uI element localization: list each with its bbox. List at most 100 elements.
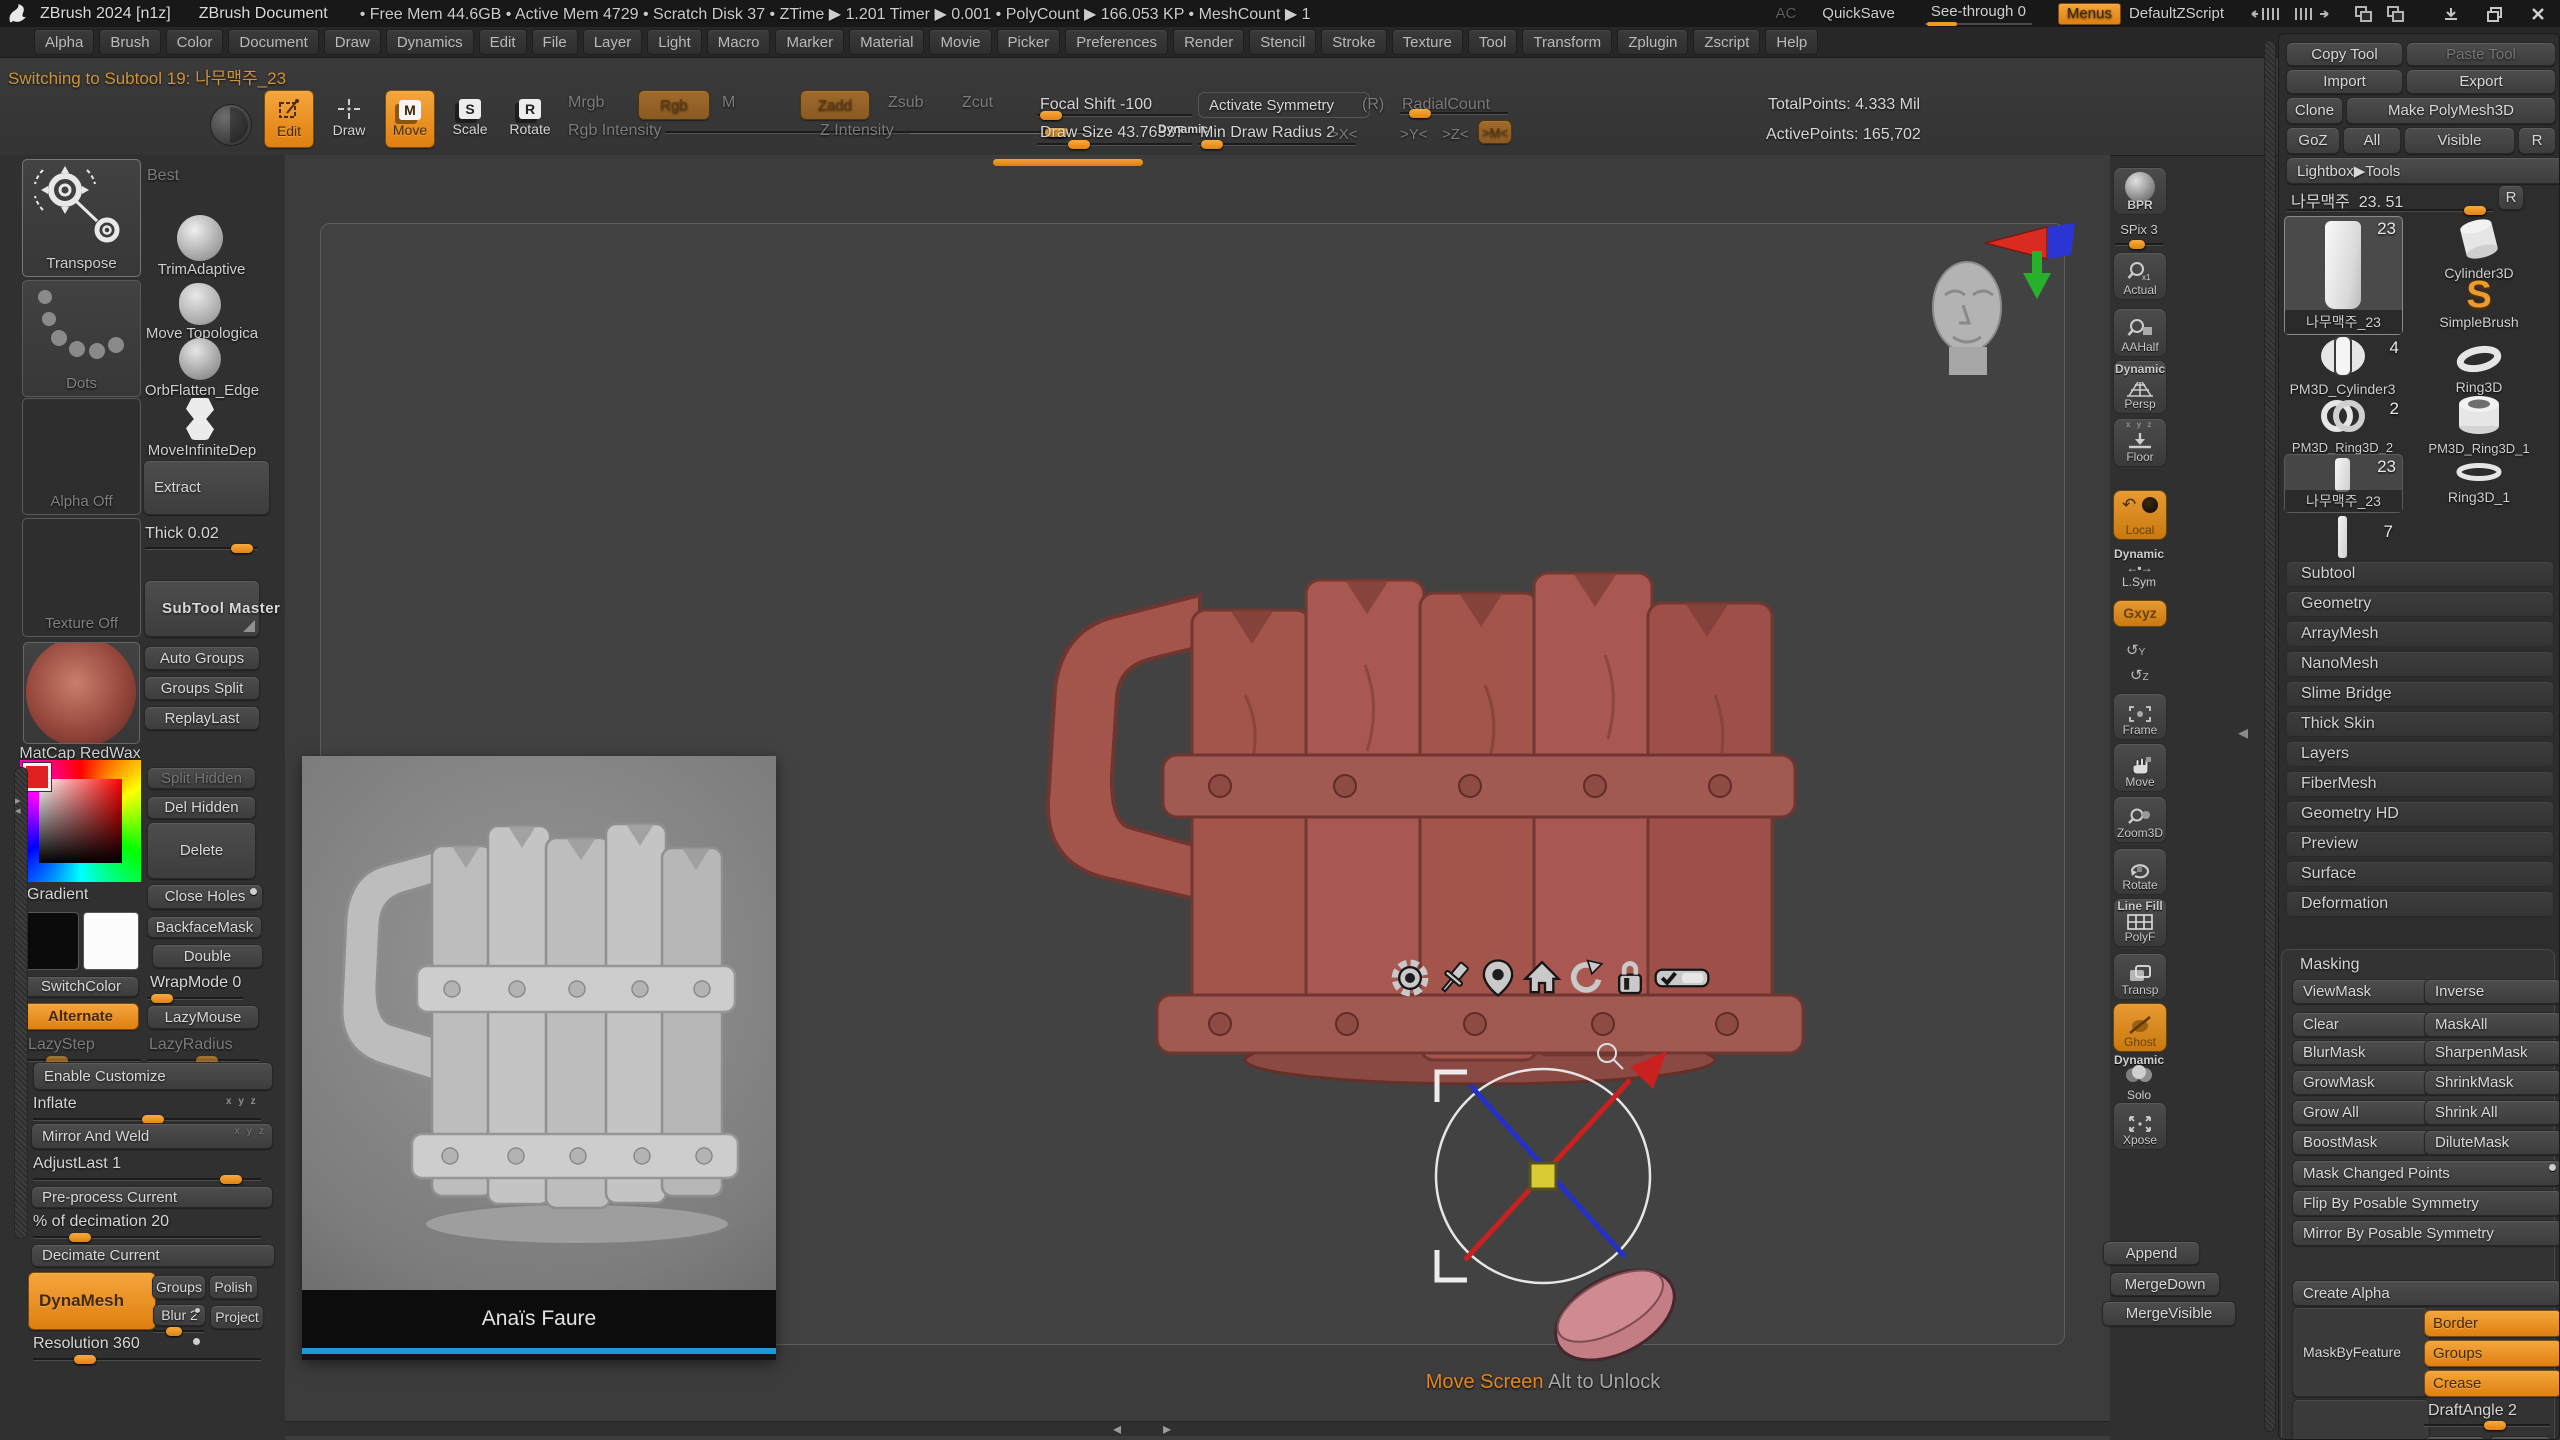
- tool-item[interactable]: PM3D_Ring3D_1: [2419, 394, 2539, 456]
- rotate-y-icon[interactable]: ↺Y: [2126, 641, 2145, 659]
- decimation-pct-slider[interactable]: [33, 1232, 261, 1242]
- menu-item[interactable]: Marker: [775, 29, 844, 55]
- tool-item[interactable]: Ring3D: [2419, 344, 2539, 395]
- menu-item[interactable]: Edit: [479, 29, 527, 55]
- tool-item[interactable]: Ring3D_1: [2419, 460, 2539, 505]
- gizmo-location-icon[interactable]: [1478, 958, 1518, 998]
- close-holes-button[interactable]: Close Holes: [147, 884, 263, 909]
- canvas-bottom-scrollbar[interactable]: ◂ ▸: [285, 1421, 2110, 1436]
- draft-angle-slider[interactable]: [2424, 1420, 2550, 1430]
- merge-down-button[interactable]: MergeDown: [2110, 1272, 2220, 1296]
- make-polymesh3d-button[interactable]: Make PolyMesh3D: [2346, 97, 2556, 124]
- restore-icon[interactable]: [2486, 6, 2504, 22]
- stroke-dots[interactable]: Dots: [22, 280, 141, 397]
- feature-border-button[interactable]: Border: [2424, 1310, 2560, 1337]
- menu-item[interactable]: Zplugin: [1617, 29, 1688, 55]
- invdir-button[interactable]: InvDir: [2489, 1436, 2552, 1440]
- mirror-posable-symmetry-button[interactable]: Mirror By Posable Symmetry: [2292, 1220, 2560, 1246]
- m-button[interactable]: M: [722, 94, 735, 112]
- menu-item[interactable]: Document: [228, 29, 318, 55]
- radial-count-track[interactable]: [1400, 108, 1508, 118]
- menu-item[interactable]: Render: [1173, 29, 1244, 55]
- menu-item[interactable]: Transform: [1522, 29, 1612, 55]
- rotate-z-icon[interactable]: ↺Z: [2130, 666, 2149, 684]
- gizmo-lock-icon[interactable]: [1610, 958, 1650, 998]
- menu-item[interactable]: Color: [166, 29, 224, 55]
- enable-customize-button[interactable]: Enable Customize: [33, 1062, 273, 1090]
- symmetry-m-button[interactable]: >M<: [1478, 120, 1512, 144]
- menu-item[interactable]: Stroke: [1321, 29, 1386, 55]
- growall-button[interactable]: Grow All: [2292, 1100, 2430, 1125]
- adjust-last-label[interactable]: AdjustLast 1: [33, 1155, 121, 1173]
- menu-item[interactable]: Help: [1765, 29, 1818, 55]
- tool-section[interactable]: NanoMesh: [2286, 651, 2554, 677]
- mask-changed-points-button[interactable]: Mask Changed Points: [2292, 1160, 2560, 1186]
- tool-item[interactable]: 4 PM3D_Cylinder3: [2284, 336, 2401, 397]
- gizmo-home-icon[interactable]: [1522, 958, 1562, 998]
- spix-slider[interactable]: [2115, 239, 2163, 249]
- tool-section[interactable]: Subtool: [2286, 561, 2554, 587]
- projection-master-icon[interactable]: [210, 104, 252, 146]
- transp-button[interactable]: Transp: [2113, 953, 2167, 1000]
- tray-scrollbar[interactable]: ▸◂: [14, 767, 28, 1239]
- secondary-color-swatch[interactable]: [83, 912, 139, 970]
- menu-item[interactable]: Light: [647, 29, 702, 55]
- flip-posable-symmetry-button[interactable]: Flip By Posable Symmetry: [2292, 1190, 2560, 1216]
- quicksave-button[interactable]: QuickSave: [1822, 5, 1895, 22]
- brush-trim-adaptive-icon[interactable]: [177, 215, 223, 261]
- decimate-current-button[interactable]: Decimate Current: [31, 1244, 275, 1267]
- tool-section[interactable]: Surface: [2286, 861, 2554, 887]
- resolution-slider[interactable]: [33, 1354, 261, 1364]
- dynamesh-project-button[interactable]: Project: [210, 1305, 264, 1329]
- actual-size-button[interactable]: x1 Actual: [2113, 252, 2167, 300]
- zcut-button[interactable]: Zcut: [962, 94, 993, 112]
- gizmo-gear-icon[interactable]: [1390, 958, 1430, 998]
- shrinkall-button[interactable]: Shrink All: [2424, 1100, 2560, 1125]
- solo-button[interactable]: Solo: [2113, 1065, 2165, 1102]
- tool-section[interactable]: FiberMesh: [2286, 771, 2554, 797]
- menu-item[interactable]: Texture: [1392, 29, 1463, 55]
- material-thumbnail[interactable]: [23, 642, 140, 744]
- append-button[interactable]: Append: [2103, 1241, 2200, 1265]
- switch-color-button[interactable]: SwitchColor: [23, 976, 139, 997]
- masking-title[interactable]: Masking: [2300, 956, 2360, 974]
- gxyz-button[interactable]: Gxyz: [2113, 600, 2167, 627]
- z-intensity-label[interactable]: Z Intensity: [820, 122, 894, 140]
- paste-tool-button[interactable]: Paste Tool: [2406, 42, 2556, 66]
- cascade-windows-icon[interactable]: [2352, 5, 2412, 23]
- auto-groups-button[interactable]: Auto Groups: [144, 646, 260, 670]
- dynamesh-blur-button[interactable]: Blur 2: [153, 1304, 206, 1326]
- inverse-button[interactable]: Inverse: [2424, 979, 2560, 1004]
- split-hidden-button[interactable]: Split Hidden: [147, 767, 256, 789]
- tool-section[interactable]: Geometry: [2286, 591, 2554, 617]
- mrgb-button[interactable]: Mrgb: [568, 94, 604, 112]
- current-tool-r-button[interactable]: R: [2498, 185, 2524, 210]
- maskall-button[interactable]: MaskAll: [2424, 1012, 2560, 1037]
- feature-crease-button[interactable]: Crease: [2424, 1370, 2560, 1397]
- brush-orb-flatten-label[interactable]: OrbFlatten_Edge: [140, 382, 264, 399]
- draw-size-track[interactable]: [1037, 139, 1192, 149]
- main-color-swatch[interactable]: [22, 912, 79, 970]
- edit-button[interactable]: Edit: [264, 90, 314, 148]
- rotate-button[interactable]: R Rotate: [506, 90, 554, 146]
- lazy-mouse-button[interactable]: LazyMouse: [147, 1005, 259, 1029]
- gradient-toggle[interactable]: Gradient: [27, 886, 88, 904]
- backface-mask-button[interactable]: BackfaceMask: [147, 916, 262, 938]
- setdir-button[interactable]: SetDir: [2424, 1436, 2486, 1440]
- thick-slider[interactable]: [145, 543, 258, 553]
- menu-item[interactable]: Tool: [1468, 29, 1518, 55]
- move-view-button[interactable]: Move: [2113, 743, 2167, 792]
- floor-button[interactable]: x y z Floor: [2113, 418, 2167, 467]
- scale-button[interactable]: S Scale: [446, 90, 494, 146]
- brush-move-infinite-icon[interactable]: [186, 398, 214, 440]
- import-button[interactable]: Import: [2286, 69, 2403, 94]
- reference-image[interactable]: Anaïs Faure: [302, 756, 776, 1360]
- create-alpha-button[interactable]: Create Alpha: [2292, 1280, 2560, 1306]
- spix-label[interactable]: SPix 3: [2113, 222, 2165, 237]
- menus-button[interactable]: Menus: [2058, 3, 2121, 25]
- boostmask-button[interactable]: BoostMask: [2292, 1130, 2430, 1155]
- tool-item[interactable]: 2 PM3D_Ring3D_2: [2284, 397, 2401, 455]
- shrinkmask-button[interactable]: ShrinkMask: [2424, 1070, 2560, 1095]
- brush-transpose[interactable]: Transpose: [22, 159, 141, 277]
- thick-slider-label[interactable]: Thick 0.02: [145, 525, 219, 543]
